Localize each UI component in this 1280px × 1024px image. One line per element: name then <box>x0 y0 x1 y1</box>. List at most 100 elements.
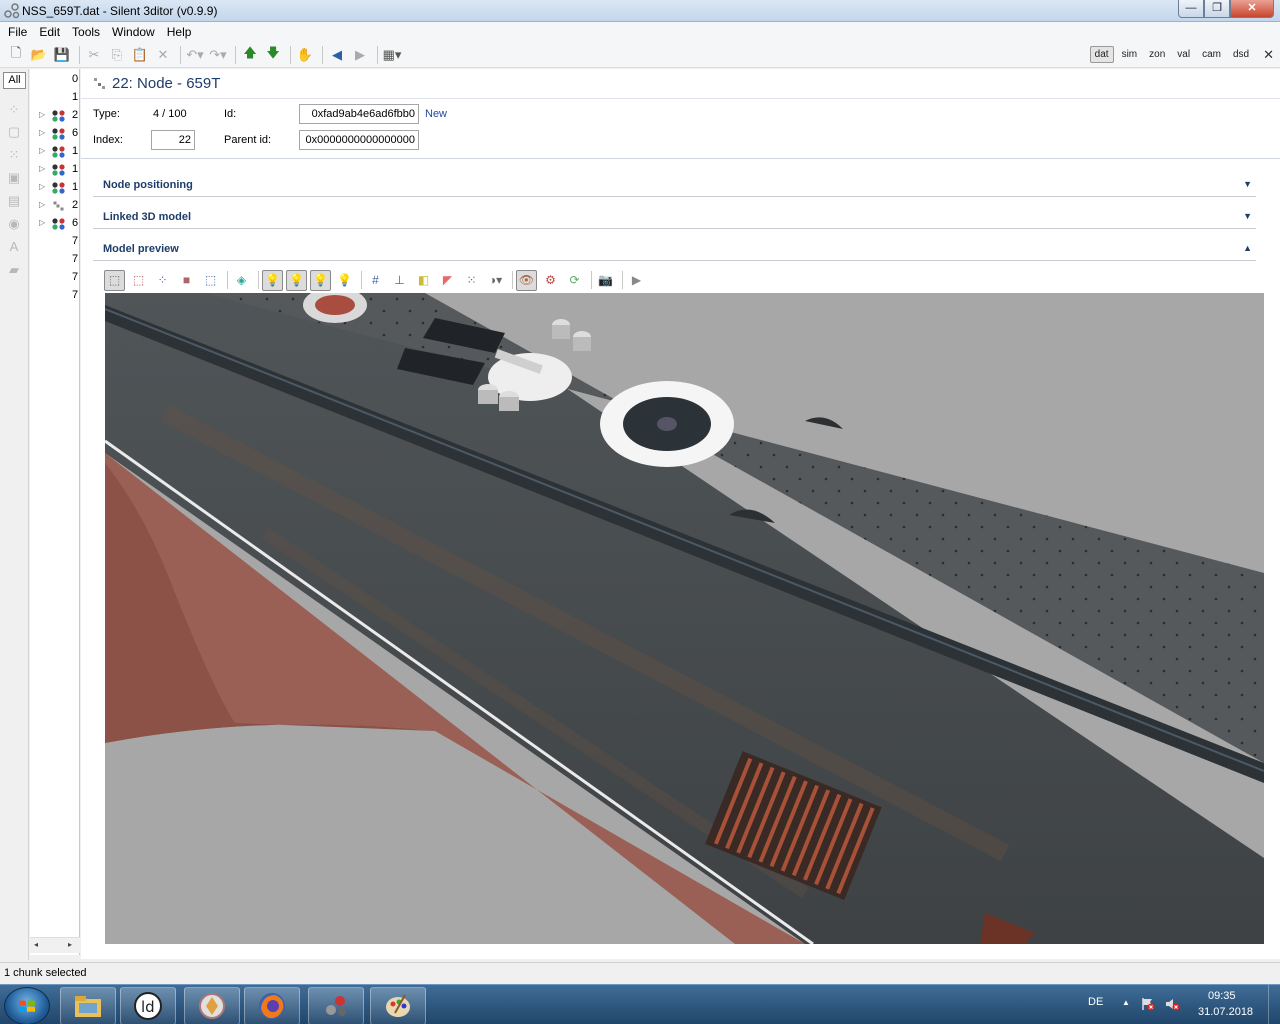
bounding-box-icon[interactable]: ◧ <box>413 270 434 291</box>
node-filter-icon[interactable]: ⁘ <box>7 103 21 117</box>
delete-icon[interactable]: ✕ <box>153 45 173 65</box>
index-field[interactable]: 22 <box>151 130 195 150</box>
grid-icon[interactable]: # <box>365 270 386 291</box>
solid-wire-box-icon[interactable]: ⬚ <box>128 270 149 291</box>
collapse-arrow-icon[interactable]: ▲ <box>1243 243 1252 253</box>
tab-sim[interactable]: sim <box>1118 47 1142 62</box>
material-icon[interactable]: ◤ <box>437 270 458 291</box>
menu-window[interactable]: Window <box>106 22 161 42</box>
image-filter-icon[interactable]: ▣ <box>7 171 21 185</box>
menu-edit[interactable]: Edit <box>33 22 66 42</box>
move-down-icon[interactable]: 🡇 <box>263 45 283 65</box>
tree-row[interactable]: 7 <box>30 287 79 305</box>
uv-grid-icon[interactable]: ⁙ <box>461 270 482 291</box>
start-button[interactable] <box>4 987 50 1024</box>
save-icon[interactable]: 💾 <box>52 45 72 65</box>
expand-arrow-icon[interactable]: ▷ <box>39 110 45 119</box>
tree-row[interactable]: 7 <box>30 251 79 269</box>
undo-icon[interactable]: ↶▾ <box>185 45 205 65</box>
silent-3ditor-icon[interactable] <box>308 987 364 1024</box>
tree-row[interactable]: ▷ 6 <box>30 215 79 233</box>
cut-icon[interactable]: ✂ <box>84 45 104 65</box>
tree-row[interactable]: ▷ 2 <box>30 197 79 215</box>
solid-box-icon[interactable]: ■ <box>176 270 197 291</box>
text-filter-icon[interactable]: A <box>7 240 21 254</box>
tree-row[interactable]: ▷ 1 <box>30 179 79 197</box>
play-icon[interactable]: ▶ <box>626 270 647 291</box>
filter-all-button[interactable]: All <box>3 72 26 89</box>
tab-val[interactable]: val <box>1173 47 1194 62</box>
paste-icon[interactable]: 📋 <box>130 45 150 65</box>
axes-icon[interactable]: ⊥ <box>389 270 410 291</box>
document-filter-icon[interactable]: ▤ <box>7 194 21 208</box>
restore-button[interactable]: ❐ <box>1204 0 1230 18</box>
show-desktop-button[interactable] <box>1268 985 1280 1024</box>
file-explorer-icon[interactable] <box>60 987 116 1024</box>
expand-arrow-icon[interactable]: ▷ <box>39 164 45 173</box>
menu-file[interactable]: File <box>2 22 33 42</box>
expand-arrow-icon[interactable]: ▷ <box>39 218 45 227</box>
media-center-icon[interactable] <box>184 987 240 1024</box>
render-icon[interactable]: ⚙ <box>540 270 561 291</box>
light-white-icon[interactable]: 💡 <box>310 269 331 291</box>
navigate-back-icon[interactable]: ◀ <box>327 45 347 65</box>
shading-dropdown-icon[interactable]: ◑▾ <box>485 270 506 291</box>
menu-tools[interactable]: Tools <box>66 22 106 42</box>
id-field[interactable]: 0xfad9ab4e6ad6fbb0 <box>299 104 419 124</box>
hand-icon[interactable]: ✋ <box>295 45 315 65</box>
tree-row[interactable]: ▷ 6 <box>30 125 79 143</box>
tab-cam[interactable]: cam <box>1198 47 1225 62</box>
new-id-link[interactable]: New <box>425 108 447 120</box>
textured-box-icon[interactable]: ⬚ <box>200 270 221 291</box>
wireframe-box-icon[interactable]: ⬚ <box>104 269 125 291</box>
language-indicator[interactable]: DE <box>1088 996 1103 1008</box>
action-center-icon[interactable] <box>1140 997 1156 1011</box>
show-hidden-icons-icon[interactable]: ▲ <box>1122 998 1130 1007</box>
close-tab-icon[interactable]: ✕ <box>1263 47 1274 63</box>
eye-icon[interactable]: 👁 <box>516 269 537 291</box>
camera-icon[interactable]: 📷 <box>595 270 616 291</box>
tab-dsd[interactable]: dsd <box>1229 47 1253 62</box>
move-up-icon[interactable]: 🡅 <box>240 45 260 65</box>
points-icon[interactable]: ⁘ <box>152 270 173 291</box>
menu-help[interactable]: Help <box>161 22 198 42</box>
volume-muted-icon[interactable] <box>1164 997 1180 1011</box>
firefox-icon[interactable] <box>244 987 300 1024</box>
sound-filter-icon[interactable]: ◉ <box>7 217 21 231</box>
expand-arrow-icon[interactable]: ▷ <box>39 128 45 137</box>
layout-grid-icon[interactable]: ▦▾ <box>382 45 402 65</box>
open-folder-icon[interactable]: 📂 <box>29 45 49 65</box>
tab-dat[interactable]: dat <box>1089 46 1114 63</box>
tree-row[interactable]: ▷ 1 <box>30 143 79 161</box>
model-preview-viewport[interactable] <box>105 293 1264 944</box>
model-filter-icon[interactable]: ▢ <box>7 125 21 139</box>
tree-row[interactable]: 0 <box>30 71 79 89</box>
tree-row[interactable]: ▷ 2 <box>30 107 79 125</box>
expand-arrow-icon[interactable]: ▷ <box>39 182 45 191</box>
parent-id-field[interactable]: 0x0000000000000000 <box>299 130 419 150</box>
expand-arrow-icon[interactable]: ▷ <box>39 200 45 209</box>
copy-icon[interactable]: ⎘ <box>107 45 127 65</box>
tab-zon[interactable]: zon <box>1145 47 1169 62</box>
minimize-button[interactable]: — <box>1178 0 1204 18</box>
cluster-filter-icon[interactable]: ⁙ <box>7 148 21 162</box>
section-linked-3d-model[interactable]: Linked 3D model ▼ <box>93 205 1256 229</box>
expand-arrow-icon[interactable]: ▼ <box>1243 211 1252 221</box>
tree-row[interactable]: ▷ 1 <box>30 161 79 179</box>
section-node-positioning[interactable]: Node positioning ▼ <box>93 173 1256 197</box>
paint-icon[interactable] <box>370 987 426 1024</box>
tree-horizontal-scrollbar[interactable]: ◂ ▸ <box>30 937 80 953</box>
navigate-forward-icon[interactable]: ▶ <box>350 45 370 65</box>
new-file-icon[interactable]: 🗋 <box>6 45 26 65</box>
tree-row[interactable]: 1 <box>30 89 79 107</box>
redo-icon[interactable]: ↷▾ <box>208 45 228 65</box>
section-model-preview[interactable]: Model preview ▲ <box>93 237 1256 261</box>
refresh-icon[interactable]: ⟳ <box>564 270 585 291</box>
material-filter-icon[interactable]: ▰ <box>7 263 21 277</box>
expand-arrow-icon[interactable]: ▷ <box>39 146 45 155</box>
clock-time[interactable]: 09:35 <box>1208 990 1236 1002</box>
expand-arrow-icon[interactable]: ▼ <box>1243 179 1252 189</box>
ld-player-icon[interactable]: ld <box>120 987 176 1024</box>
close-button[interactable]: ✕ <box>1230 0 1274 18</box>
scroll-left-icon[interactable]: ◂ <box>34 940 38 949</box>
